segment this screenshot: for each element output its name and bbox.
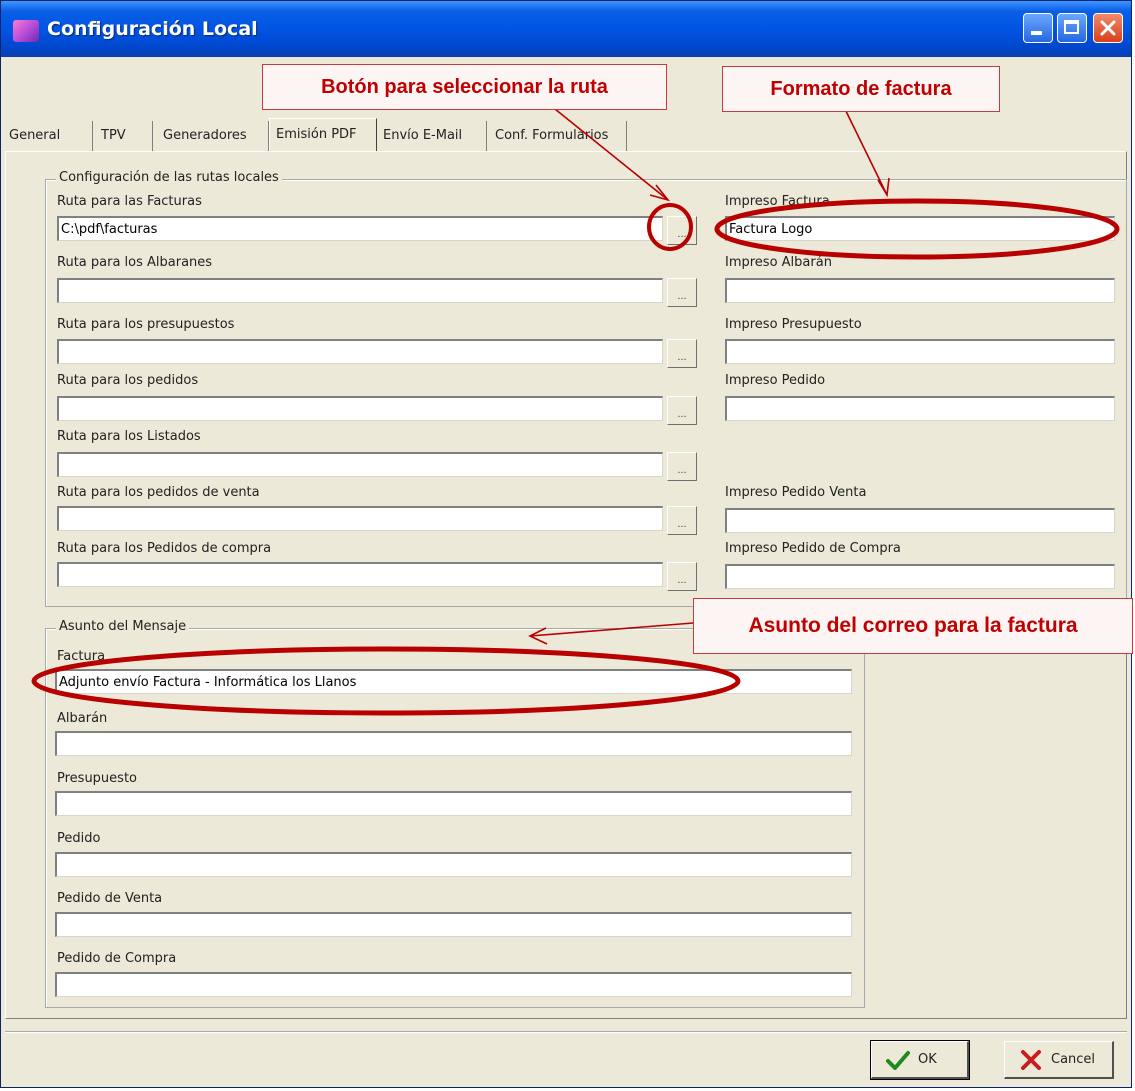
app-icon (13, 20, 39, 42)
invoice-subject-annotation: Asunto del correo para la factura (693, 598, 1133, 654)
impreso-pedido-venta-label: Impreso Pedido Venta (725, 485, 867, 500)
tab-conf-formularios[interactable]: Conf. Formularios (487, 121, 627, 151)
maximize-button[interactable] (1057, 13, 1087, 43)
ruta-albaranes-browse-button[interactable]: ... (667, 278, 697, 307)
ruta-pedidos-compra-input[interactable] (57, 562, 663, 587)
browse-button-annotation: Botón para seleccionar la ruta (262, 64, 667, 110)
impreso-pedido-venta-input[interactable] (725, 508, 1115, 533)
title-bar[interactable]: Configuración Local (1, 1, 1131, 57)
ruta-facturas-label: Ruta para las Facturas (57, 194, 202, 209)
tab-generadores[interactable]: Generadores (153, 121, 269, 151)
asunto-albaran-label: Albarán (57, 711, 108, 726)
asunto-presupuesto-input[interactable] (55, 791, 852, 816)
impreso-albaran-input[interactable] (725, 278, 1115, 303)
asunto-albaran-input[interactable] (55, 731, 852, 756)
configuracion-local-window: Configuración Local General TPV Generado… (0, 0, 1132, 1088)
asunto-pedido-venta-input[interactable] (55, 912, 852, 937)
ruta-pedidos-venta-input[interactable] (57, 506, 663, 531)
ruta-albaranes-input[interactable] (57, 278, 663, 303)
ruta-facturas-input[interactable] (57, 216, 663, 241)
tab-tpv[interactable]: TPV (93, 121, 153, 151)
checkmark-icon (886, 1051, 910, 1070)
cancel-button-label: Cancel (1051, 1052, 1096, 1067)
impreso-factura-input[interactable] (725, 216, 1115, 241)
asunto-pedido-input[interactable] (55, 852, 852, 877)
ruta-pedidos-browse-button[interactable]: ... (667, 396, 697, 425)
ruta-listados-input[interactable] (57, 452, 663, 477)
ruta-presupuestos-input[interactable] (57, 339, 663, 364)
close-button[interactable] (1093, 13, 1123, 43)
ok-button[interactable]: OK (870, 1040, 970, 1080)
ruta-listados-browse-button[interactable]: ... (667, 452, 697, 481)
impreso-pedido-compra-input[interactable] (725, 564, 1115, 589)
ruta-presupuestos-label: Ruta para los presupuestos (57, 317, 235, 332)
asunto-pedido-compra-input[interactable] (55, 972, 852, 997)
tab-envio-email[interactable]: Envío E-Mail (377, 121, 487, 151)
ruta-albaranes-label: Ruta para los Albaranes (57, 255, 213, 270)
ruta-pedidos-venta-label: Ruta para los pedidos de venta (57, 485, 260, 500)
close-icon (1100, 20, 1116, 36)
asunto-pedido-venta-label: Pedido de Venta (57, 891, 163, 906)
cross-icon (1021, 1050, 1041, 1070)
impreso-pedido-compra-label: Impreso Pedido de Compra (725, 541, 901, 556)
asunto-factura-label: Factura (57, 649, 106, 664)
asunto-presupuesto-label: Presupuesto (57, 771, 137, 786)
maximize-icon (1064, 20, 1079, 34)
asunto-mensaje-title: Asunto del Mensaje (56, 619, 190, 634)
impreso-albaran-label: Impreso Albarán (725, 255, 832, 270)
ruta-listados-label: Ruta para los Listados (57, 429, 201, 444)
ruta-pedidos-input[interactable] (57, 396, 663, 421)
invoice-format-annotation: Formato de factura (722, 66, 1000, 112)
ruta-pedidos-venta-browse-button[interactable]: ... (667, 506, 697, 535)
ruta-pedidos-compra-label: Ruta para los Pedidos de compra (57, 541, 272, 556)
ruta-presupuestos-browse-button[interactable]: ... (667, 339, 697, 368)
impreso-pedido-input[interactable] (725, 396, 1115, 421)
ruta-facturas-browse-button[interactable]: ... (667, 216, 697, 245)
minimize-button[interactable] (1023, 13, 1053, 43)
window-title: Configuración Local (47, 18, 258, 40)
ruta-pedidos-compra-browse-button[interactable]: ... (667, 562, 697, 591)
asunto-pedido-compra-label: Pedido de Compra (57, 951, 177, 966)
rutas-locales-title: Configuración de las rutas locales (56, 170, 282, 185)
impreso-factura-label: Impreso Factura (725, 194, 830, 209)
minimize-icon (1031, 31, 1042, 35)
asunto-factura-input[interactable] (55, 669, 852, 694)
impreso-pedido-label: Impreso Pedido (725, 373, 826, 388)
bottom-divider (5, 1031, 1127, 1033)
cancel-button[interactable]: Cancel (1004, 1041, 1114, 1079)
tab-emision-pdf[interactable]: Emisión PDF (269, 118, 377, 152)
ruta-pedidos-label: Ruta para los pedidos (57, 373, 199, 388)
asunto-pedido-label: Pedido (57, 831, 101, 846)
ok-button-label: OK (918, 1052, 937, 1067)
impreso-presupuesto-label: Impreso Presupuesto (725, 317, 862, 332)
tab-general[interactable]: General (5, 121, 93, 151)
impreso-presupuesto-input[interactable] (725, 339, 1115, 364)
